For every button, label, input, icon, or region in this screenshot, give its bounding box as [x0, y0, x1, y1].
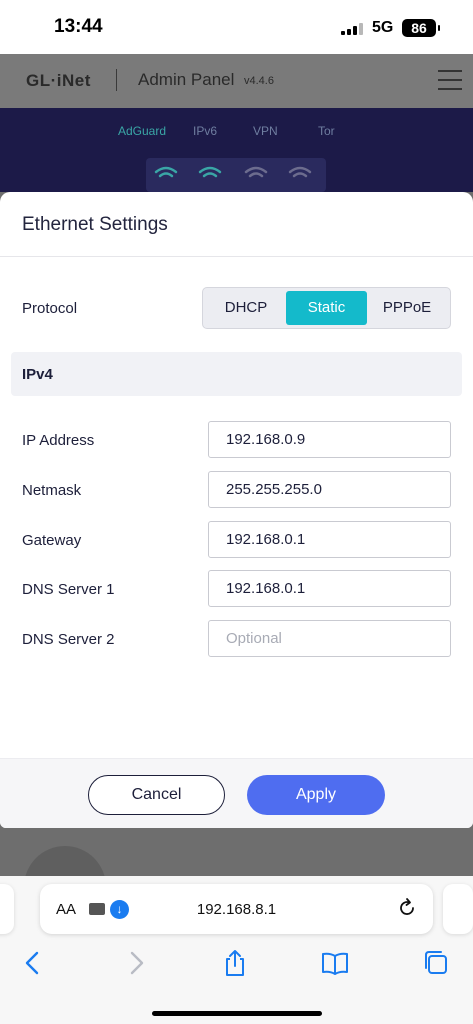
dialog-footer: Cancel Apply [0, 758, 473, 828]
protocol-selector: DHCP Static PPPoE [202, 287, 451, 329]
brand-logo: GL·iNet [26, 71, 91, 90]
netmask-input[interactable] [208, 471, 451, 508]
dialog-divider [0, 256, 473, 257]
battery-icon: 86 [402, 19, 440, 37]
banner-tab-tor[interactable]: Tor [318, 124, 335, 138]
ip-address-input[interactable] [208, 421, 451, 458]
header-divider [116, 69, 117, 91]
wifi-icon [154, 166, 312, 178]
dns-server-1-input[interactable] [208, 570, 451, 607]
address-bar[interactable]: AA ↓ 192.168.8.1 [40, 884, 433, 934]
hamburger-menu-icon[interactable] [438, 70, 462, 90]
home-indicator [152, 1011, 322, 1016]
browser-toolbar: AA ↓ 192.168.8.1 [0, 876, 473, 1024]
banner-tab-ipv6[interactable]: IPv6 [193, 124, 217, 138]
panel-title: Admin Panel [138, 70, 235, 89]
ethernet-settings-dialog: Ethernet Settings Protocol DHCP Static P… [0, 192, 473, 828]
gateway-input[interactable] [208, 521, 451, 558]
status-time: 13:44 [54, 16, 103, 37]
bookmarks-icon[interactable] [320, 948, 350, 978]
app-header: GL·iNet Admin Panel v4.4.6 [0, 54, 473, 108]
netmask-label: Netmask [22, 482, 82, 499]
protocol-option-static[interactable]: Static [286, 291, 367, 325]
url-text[interactable]: 192.168.8.1 [40, 901, 433, 918]
back-icon[interactable] [18, 948, 48, 978]
panel-version: v4.4.6 [244, 75, 274, 87]
tabs-icon[interactable] [421, 948, 451, 978]
protocol-option-dhcp[interactable]: DHCP [206, 291, 286, 325]
network-type: 5G [372, 19, 394, 36]
wifi-status-strip [146, 158, 326, 192]
banner-tab-adguard[interactable]: AdGuard [118, 124, 166, 138]
share-icon[interactable] [220, 948, 250, 978]
dns-server-2-label: DNS Server 2 [22, 631, 115, 648]
gateway-label: Gateway [22, 532, 82, 549]
banner-tab-vpn[interactable]: VPN [253, 124, 278, 138]
feature-banner: AdGuard IPv6 VPN Tor [0, 108, 473, 192]
forward-icon[interactable] [121, 948, 151, 978]
ip-address-label: IP Address [22, 432, 95, 449]
apply-button[interactable]: Apply [247, 775, 385, 815]
reload-icon[interactable] [396, 897, 418, 919]
cellular-signal-icon [341, 23, 365, 35]
protocol-option-pppoe[interactable]: PPPoE [367, 291, 447, 325]
protocol-label: Protocol [22, 300, 78, 317]
dns-server-2-input[interactable] [208, 620, 451, 657]
background-content [0, 828, 473, 928]
dialog-title: Ethernet Settings [22, 214, 168, 235]
previous-tab-preview[interactable] [0, 884, 14, 934]
section-title: IPv4 [22, 366, 53, 383]
dns-server-1-label: DNS Server 1 [22, 581, 115, 598]
status-bar: 13:44 5G 86 [0, 0, 473, 54]
cancel-button[interactable]: Cancel [88, 775, 225, 815]
next-tab-preview[interactable] [443, 884, 473, 934]
ipv4-section-header: IPv4 [11, 352, 462, 396]
